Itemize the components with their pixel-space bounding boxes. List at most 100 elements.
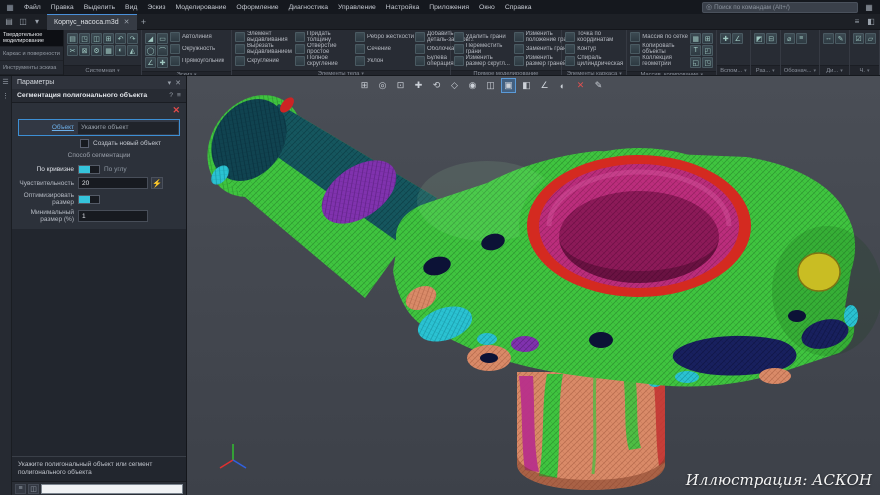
- menu-item[interactable]: Управление: [333, 4, 381, 11]
- ribbon-tool[interactable]: Сечение: [354, 43, 414, 55]
- min-size-input[interactable]: 1: [78, 210, 148, 222]
- list-icon[interactable]: ≡: [850, 15, 864, 28]
- ribbon-tool[interactable]: Окружность: [169, 43, 229, 55]
- cancel-icon[interactable]: ✕: [573, 78, 588, 93]
- ribbon-tool-icon[interactable]: ◐: [115, 45, 126, 56]
- ribbon-tool[interactable]: Удалить грани: [453, 31, 513, 43]
- ribbon-tool[interactable]: Ребро жесткости: [354, 31, 414, 43]
- ribbon-tool-icon[interactable]: T: [690, 45, 701, 56]
- tree-search-input[interactable]: [41, 484, 183, 494]
- orbit-icon[interactable]: ⟲: [429, 78, 444, 93]
- menu-item[interactable]: Настройка: [381, 4, 424, 11]
- menu-item[interactable]: Оформление: [231, 4, 283, 11]
- ribbon-tool[interactable]: Копировать объекты: [629, 43, 689, 55]
- mode-angle-label[interactable]: По углу: [104, 166, 127, 173]
- 3d-viewport[interactable]: ⊞ ◎ ⊡ ✚ ⟲ ◇ ◉ ◫ ▣ ◧ ∠ ◐ ✕ ✎ Иллюстрация:…: [187, 76, 880, 495]
- apps-grid-icon[interactable]: ▦: [862, 2, 876, 13]
- tree-filter-icon[interactable]: ≡: [15, 484, 26, 494]
- ribbon-tool[interactable]: Коллекция геометрии: [629, 55, 689, 67]
- ribbon-tool-icon[interactable]: ▭: [157, 33, 168, 44]
- help-icon[interactable]: ?: [169, 92, 173, 99]
- ribbon-group-label[interactable]: Элементы каркаса▾: [562, 70, 626, 75]
- ribbon-tool-icon[interactable]: ▱: [865, 33, 876, 44]
- more-icon[interactable]: ⋮: [2, 92, 9, 100]
- layout-icon[interactable]: ◧: [864, 15, 878, 28]
- ribbon-tool[interactable]: Изменить размер скругл...: [453, 55, 513, 67]
- menu-item[interactable]: Моделирование: [171, 4, 232, 11]
- ribbon-tool-icon[interactable]: ✚: [720, 33, 731, 44]
- ribbon-group-label[interactable]: Раз...▾: [751, 65, 780, 75]
- ribbon-tool-icon[interactable]: ≡: [796, 33, 807, 44]
- section-view-icon[interactable]: ◧: [519, 78, 534, 93]
- app-menu-icon[interactable]: ▦: [4, 2, 16, 12]
- ribbon-tool[interactable]: Полное скругление: [294, 55, 354, 67]
- object-label[interactable]: Объект: [20, 124, 78, 131]
- menu-item[interactable]: Эскиз: [142, 4, 170, 11]
- ribbon-tool-icon[interactable]: ◢: [145, 33, 156, 44]
- ribbon-tool-icon[interactable]: ◯: [145, 45, 156, 56]
- optimize-size-toggle[interactable]: [78, 195, 100, 204]
- ribbon-tool-icon[interactable]: ✚: [157, 57, 168, 68]
- tab-solid-modeling[interactable]: Твердотельное моделирование: [0, 30, 63, 47]
- ribbon-tool[interactable]: Массив по сетке: [629, 31, 689, 43]
- ribbon-tool[interactable]: Спираль цилиндрическая: [564, 55, 624, 67]
- ribbon-tool-icon[interactable]: ◫: [91, 33, 102, 44]
- ribbon-tool-icon[interactable]: ⊟: [766, 33, 777, 44]
- ribbon-tool[interactable]: Точка по координатам: [564, 31, 624, 43]
- ribbon-tool[interactable]: Уклон: [354, 55, 414, 67]
- ribbon-group-label[interactable]: Эскиз▾: [142, 71, 231, 75]
- ribbon-group-label[interactable]: Элементы тела▾: [232, 70, 450, 75]
- ribbon-tool-icon[interactable]: ◳: [79, 33, 90, 44]
- selection-filter-icon[interactable]: ⊞: [357, 78, 372, 93]
- menu-item[interactable]: Диагностика: [284, 4, 333, 11]
- mode-curvature-label[interactable]: По кривизне: [18, 166, 78, 173]
- zoom-all-icon[interactable]: ⊡: [393, 78, 408, 93]
- ribbon-tool-icon[interactable]: ⊠: [79, 45, 90, 56]
- menu-item[interactable]: Выделить: [79, 4, 120, 11]
- sensitivity-input[interactable]: 20: [78, 177, 148, 189]
- ribbon-tool-icon[interactable]: ◩: [754, 33, 765, 44]
- mode-toggle[interactable]: [78, 165, 100, 174]
- ribbon-tool-icon[interactable]: ∠: [732, 33, 743, 44]
- ribbon-tool-icon[interactable]: ▦: [103, 45, 114, 56]
- ribbon-group-label[interactable]: Ч.▾: [850, 65, 879, 75]
- display-shaded-icon[interactable]: ◉: [465, 78, 480, 93]
- options-icon[interactable]: ≡: [177, 92, 181, 99]
- menu-item[interactable]: Правка: [46, 4, 79, 11]
- zoom-window-icon[interactable]: ◎: [375, 78, 390, 93]
- ribbon-group-label[interactable]: Прямое моделирование: [451, 70, 562, 75]
- ribbon-tool-icon[interactable]: ▤: [67, 33, 78, 44]
- ribbon-tool-icon[interactable]: ⌒: [157, 45, 168, 56]
- edit-icon[interactable]: ✎: [591, 78, 606, 93]
- new-tab-button[interactable]: +: [137, 15, 151, 28]
- perspective-icon[interactable]: ▣: [501, 78, 516, 93]
- ribbon-tool-icon[interactable]: ∠: [145, 57, 156, 68]
- ribbon-tool-icon[interactable]: ↔: [823, 33, 834, 44]
- menu-item[interactable]: Вид: [120, 4, 142, 11]
- ribbon-tool[interactable]: Автолиния: [169, 31, 229, 43]
- object-value-field[interactable]: Укажите объект: [78, 122, 178, 134]
- ribbon-tool-icon[interactable]: ◭: [127, 45, 138, 56]
- ribbon-tool-icon[interactable]: ⚙: [91, 45, 102, 56]
- ribbon-tool[interactable]: Отверстие простое: [294, 43, 354, 55]
- ribbon-tool-icon[interactable]: ☑: [853, 33, 864, 44]
- ribbon-group-label[interactable]: Обознач...▾: [781, 65, 819, 75]
- pin-icon[interactable]: ▾: [168, 79, 172, 87]
- tab-sketch-tools[interactable]: Инструменты эскиза: [0, 61, 63, 75]
- sketch-plane-icon[interactable]: ∠: [537, 78, 552, 93]
- document-tab[interactable]: Корпус_насоса.m3d ✕: [47, 14, 137, 30]
- ribbon-tool-icon[interactable]: ⊞: [103, 33, 114, 44]
- ribbon-group-label[interactable]: Ди...▾: [820, 65, 849, 75]
- ribbon-tool-icon[interactable]: ⌀: [784, 33, 795, 44]
- ribbon-tool-icon[interactable]: ↷: [127, 33, 138, 44]
- ribbon-group-label[interactable]: Массив, копирование▾: [627, 71, 716, 75]
- ribbon-tool[interactable]: Скругление: [234, 55, 294, 67]
- close-tab-icon[interactable]: ✕: [124, 18, 130, 26]
- 3d-model-pump-housing[interactable]: [187, 76, 880, 495]
- lightning-icon[interactable]: ⚡: [151, 177, 163, 189]
- ribbon-tool[interactable]: Переместить грани: [453, 43, 513, 55]
- ribbon-tool-icon[interactable]: ✎: [835, 33, 846, 44]
- tree-layout-icon[interactable]: ◫: [28, 484, 39, 494]
- ribbon-tool[interactable]: Элемент выдавливания: [234, 31, 294, 43]
- create-new-object-checkbox[interactable]: [80, 139, 89, 148]
